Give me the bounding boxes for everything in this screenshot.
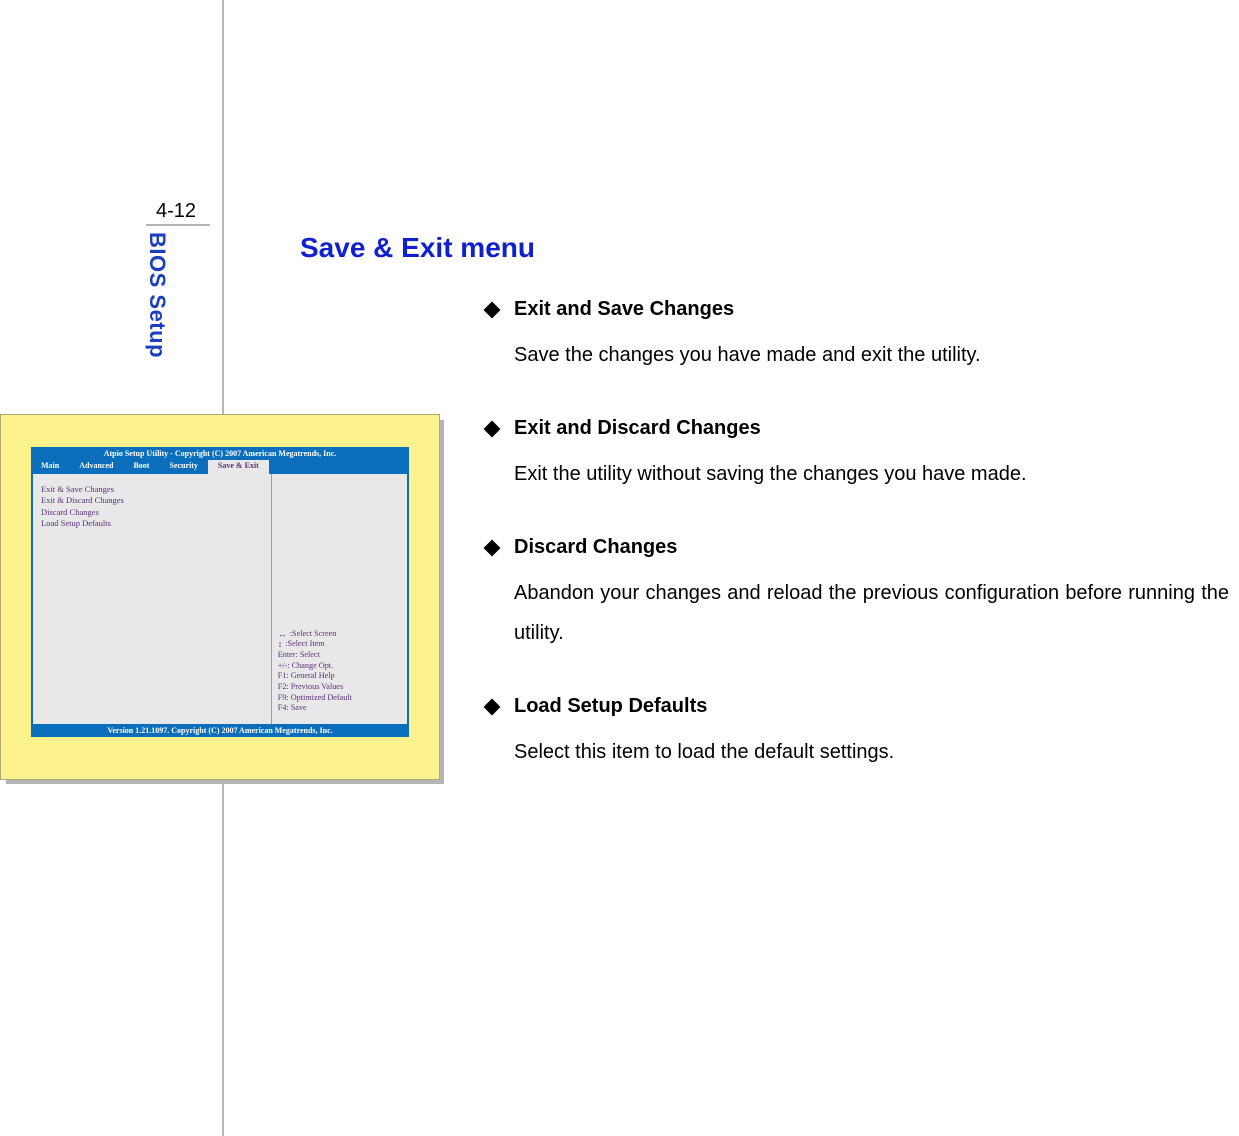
diamond-bullet-icon [484,699,501,716]
list-item: Discard Changes Abandon your changes and… [486,536,1229,653]
diamond-bullet-icon [484,302,501,319]
bios-hint-label: F4: Save [278,703,307,714]
section-title: Save & Exit menu [300,232,1239,264]
bios-menu-item[interactable]: Load Setup Defaults [41,518,263,529]
bios-hint-label: Enter: Select [278,650,320,661]
bios-hint: Enter: Select [278,650,401,661]
item-description: Save the changes you have made and exit … [514,335,1229,375]
section-side-label: BIOS Setup [144,232,170,372]
bios-menu-item[interactable]: Discard Changes [41,507,263,518]
bios-hint-label: F1: General Help [278,671,335,682]
bios-hint-label: :Select Screen [290,629,337,640]
list-item: Exit and Discard Changes Exit the utilit… [486,417,1229,494]
bios-tab-main[interactable]: Main [31,460,69,474]
bios-hint-label: F2: Previous Values [278,682,343,693]
bios-screenshot: Atpio Setup Utility - Copyright (C) 2007… [0,414,440,780]
bios-frame: Atpio Setup Utility - Copyright (C) 2007… [0,414,440,780]
item-description: Select this item to load the default set… [514,732,1229,772]
item-description: Exit the utility without saving the chan… [514,454,1229,494]
page-number-underline [146,224,210,226]
bios-tab-save-exit[interactable]: Save & Exit [208,460,269,474]
bios-menu-item[interactable]: Exit & Save Changes [41,484,263,495]
bios-footer: Version 1.21.1097. Copyright (C) 2007 Am… [31,724,409,737]
diamond-bullet-icon [484,421,501,438]
diamond-bullet-icon [484,540,501,557]
item-list: Exit and Save Changes Save the changes y… [486,298,1229,772]
item-heading: Discard Changes [514,536,677,559]
list-item: Exit and Save Changes Save the changes y… [486,298,1229,375]
bios-hint-label: :Select Item [285,639,324,650]
item-description: Abandon your changes and reload the prev… [514,573,1229,653]
bios-hint-label: +/-: Change Opt. [278,661,333,672]
bios-hint-label: F9: Optimized Default [278,693,352,704]
bios-inner: Atpio Setup Utility - Copyright (C) 2007… [31,447,409,757]
bios-hint: F4: Save [278,703,401,714]
item-heading: Exit and Save Changes [514,298,734,321]
bios-hint-panel: ↔:Select Screen ↕:Select Item Enter: Sel… [272,474,407,724]
bios-hint: F1: General Help [278,671,401,682]
bios-tab-security[interactable]: Security [159,460,207,474]
arrows-horizontal-icon: ↔ [278,630,287,639]
document-page: 4-12 BIOS Setup Save & Exit menu Exit an… [0,0,1239,1136]
bios-hint: +/-: Change Opt. [278,661,401,672]
arrows-vertical-icon: ↕ [278,640,283,649]
item-heading: Exit and Discard Changes [514,417,761,440]
bios-hint: F9: Optimized Default [278,693,401,704]
bios-hint: F2: Previous Values [278,682,401,693]
bios-menu-panel: Exit & Save Changes Exit & Discard Chang… [33,474,272,724]
bios-title-bar: Atpio Setup Utility - Copyright (C) 2007… [31,447,409,460]
bios-hint: ↕:Select Item [278,639,401,650]
bios-tab-boot[interactable]: Boot [123,460,159,474]
page-number: 4-12 [0,200,222,223]
bios-menu-item[interactable]: Exit & Discard Changes [41,495,263,506]
bios-hint: ↔:Select Screen [278,629,401,640]
bios-body: Exit & Save Changes Exit & Discard Chang… [31,474,409,724]
bios-tabs: Main Advanced Boot Security Save & Exit [31,460,409,474]
bios-tab-advanced[interactable]: Advanced [69,460,123,474]
list-item: Load Setup Defaults Select this item to … [486,695,1229,772]
item-heading: Load Setup Defaults [514,695,707,718]
